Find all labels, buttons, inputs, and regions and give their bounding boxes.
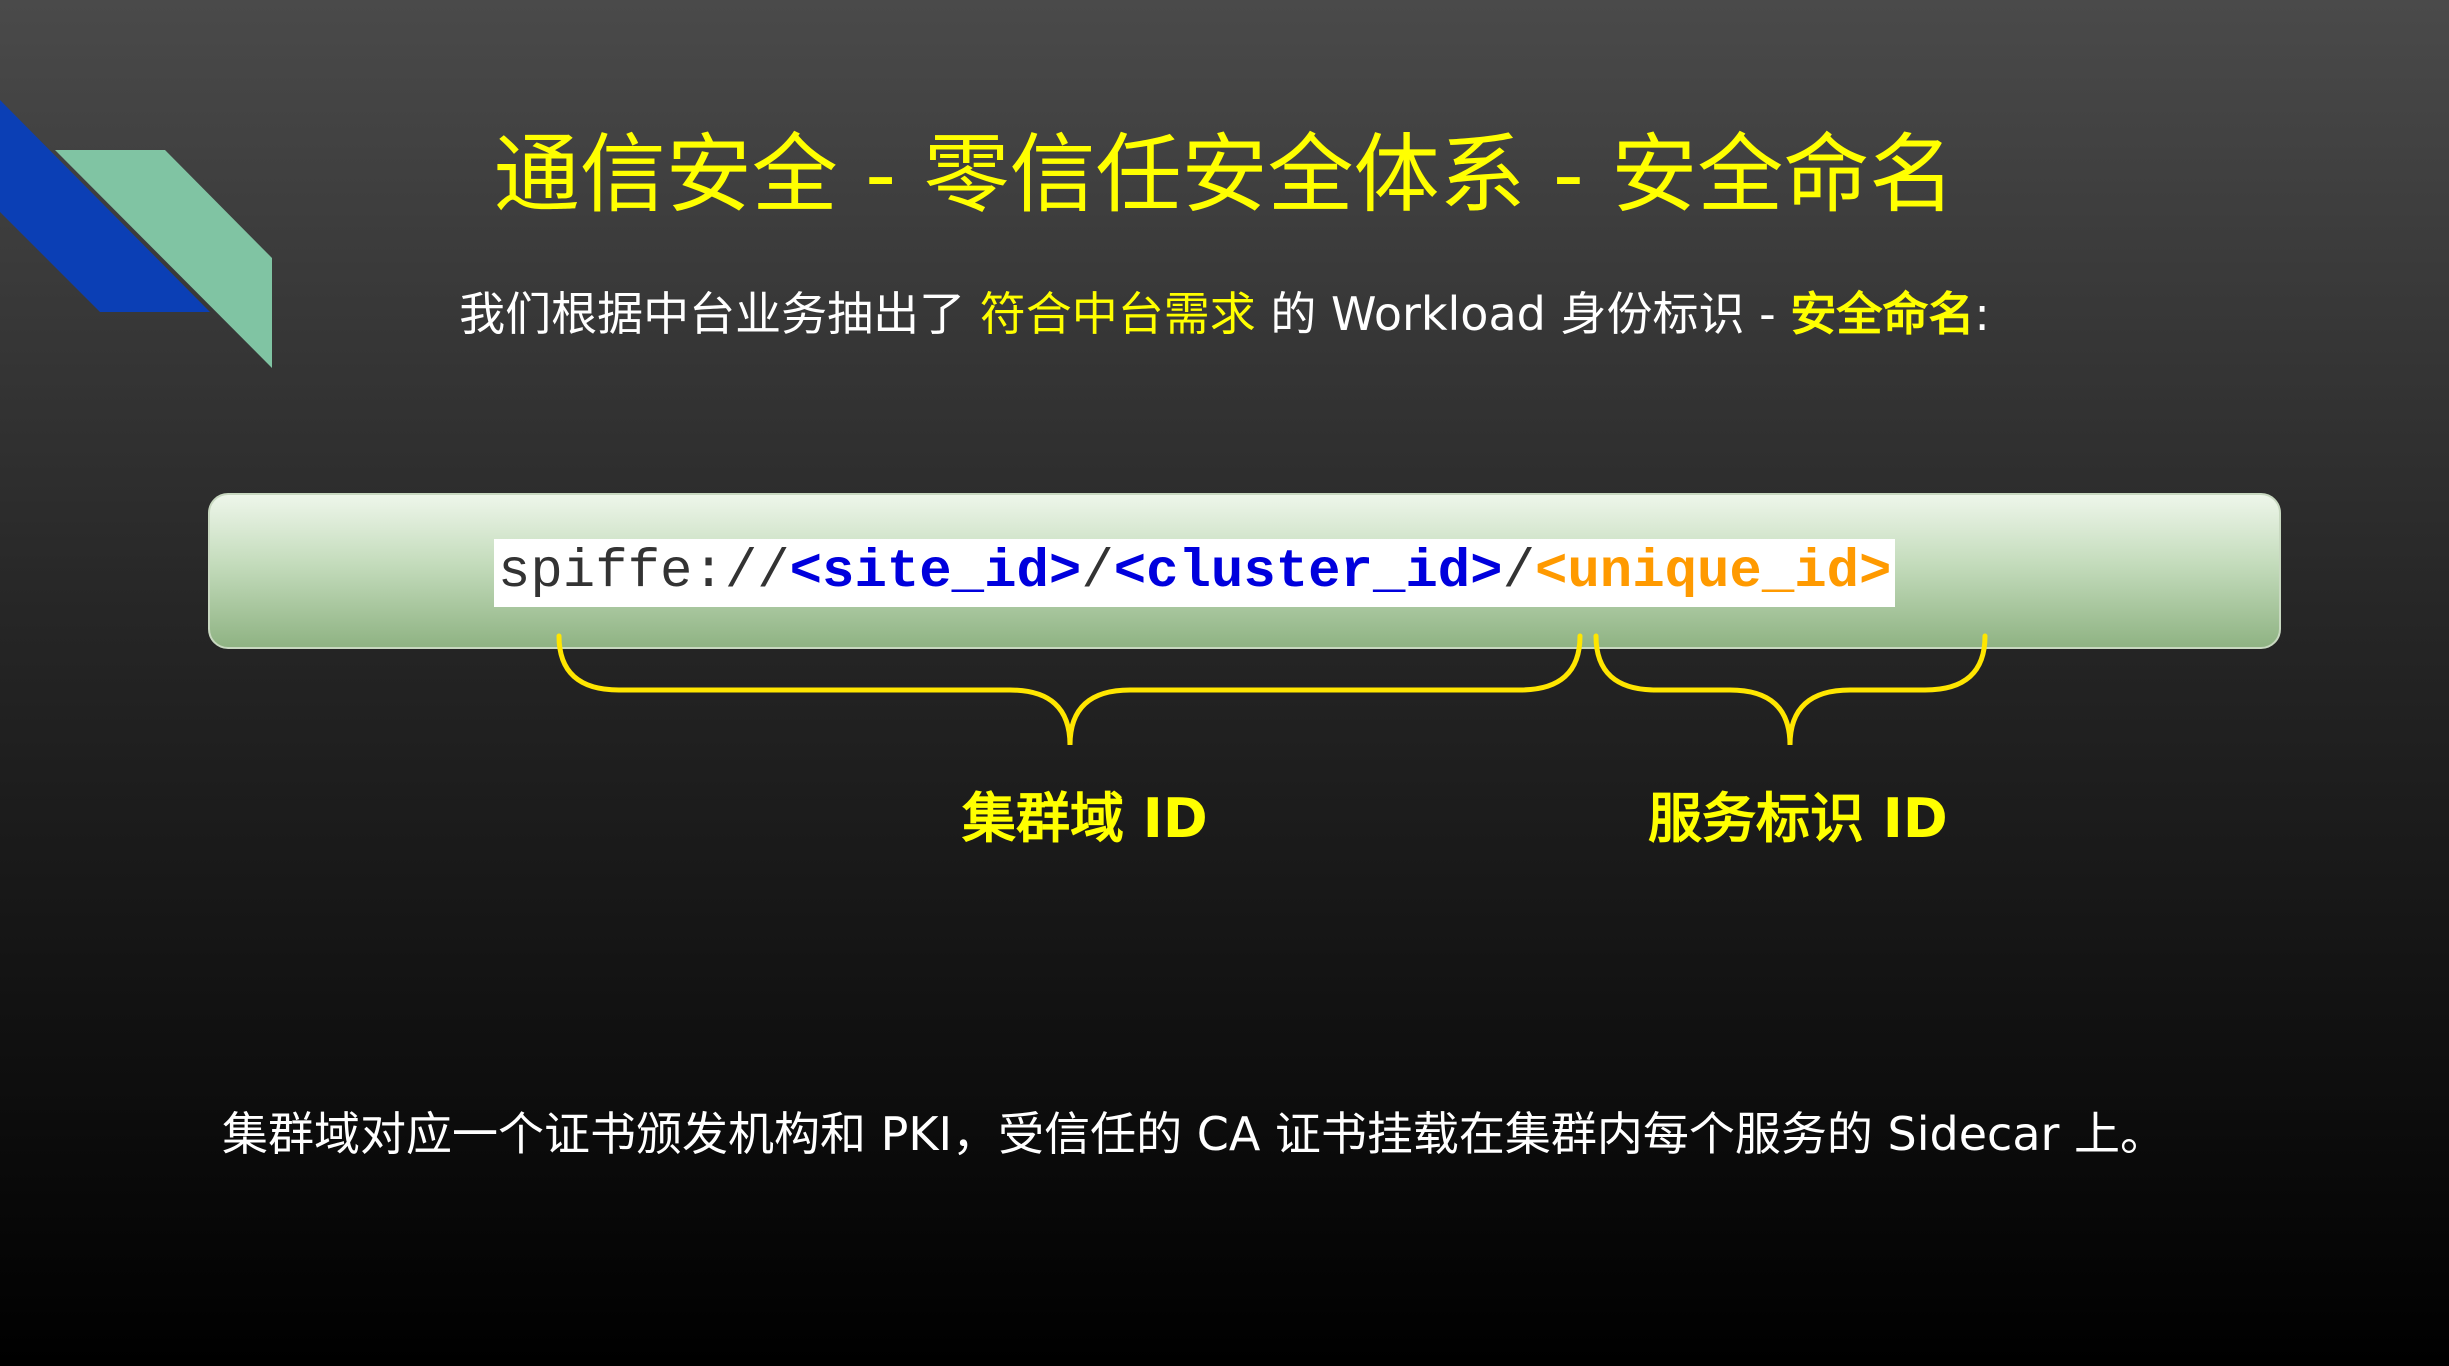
service-identity-label: 服务标识 ID bbox=[1648, 787, 1948, 850]
service-identity-brace bbox=[1593, 633, 1988, 746]
cluster-domain-brace bbox=[556, 633, 1583, 746]
footer-note: 集群域对应一个证书颁发机构和 PKI，受信任的 CA 证书挂载在集群内每个服务的… bbox=[222, 1107, 2167, 1161]
cluster-domain-label: 集群域 ID bbox=[962, 787, 1208, 850]
